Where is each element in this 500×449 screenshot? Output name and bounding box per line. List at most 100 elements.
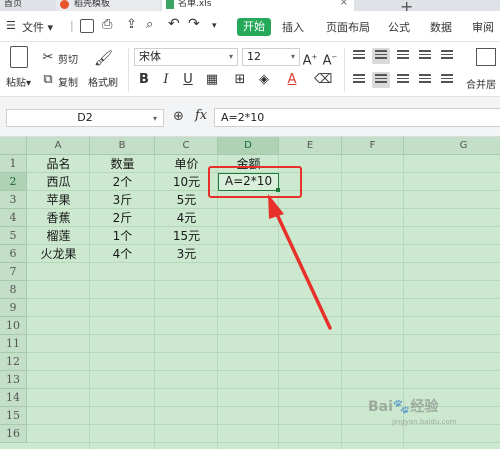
row-header-1[interactable]: 1 xyxy=(0,155,27,173)
hamburger-icon[interactable]: ☰ xyxy=(6,19,16,32)
fill-color-icon[interactable]: ◈ xyxy=(256,72,272,88)
bold-button[interactable]: B xyxy=(136,72,152,88)
row-header-5[interactable]: 5 xyxy=(0,227,27,245)
merge-center-button[interactable]: 合并居 xyxy=(466,76,496,91)
menu-bar: ☰ 文件 ▾ | ⎙ ⇪ ⌕ ↶ ↷ ▾ 开始 插入 页面布局 公式 数据 审阅 xyxy=(0,11,500,42)
cell-a5[interactable]: 榴莲 xyxy=(27,227,90,245)
row-header-4[interactable]: 4 xyxy=(0,209,27,227)
cell-style-icon[interactable]: ⊞ xyxy=(232,72,248,88)
row-header-11[interactable]: 11 xyxy=(0,335,27,353)
export-icon[interactable]: ⇪ xyxy=(126,17,137,32)
border-icon[interactable]: ▦ xyxy=(204,72,220,88)
cell-a3[interactable]: 苹果 xyxy=(27,191,90,209)
scissors-icon[interactable]: ✂ xyxy=(40,50,56,66)
format-painter-button[interactable]: 格式刷 xyxy=(88,74,118,89)
italic-button[interactable]: I xyxy=(158,72,174,88)
tab-page-layout[interactable]: 页面布局 xyxy=(326,19,370,35)
insert-function-button[interactable]: fx xyxy=(195,108,207,123)
font-name-select[interactable]: 宋体 ▾ xyxy=(134,48,238,66)
formula-bar: D2 ▾ ⊕ fx A=2*10 xyxy=(0,97,500,137)
align-top-icon[interactable] xyxy=(350,48,368,64)
paste-label: 粘贴 xyxy=(6,78,26,89)
align-bottom-icon[interactable] xyxy=(394,48,412,64)
cell-b6[interactable]: 4个 xyxy=(90,245,155,263)
justify-icon[interactable] xyxy=(416,72,434,88)
cell-b1[interactable]: 数量 xyxy=(90,155,155,173)
underline-button[interactable]: U xyxy=(180,72,196,88)
cell-b4[interactable]: 2斤 xyxy=(90,209,155,227)
cell-b2[interactable]: 2个 xyxy=(90,173,155,191)
select-all-corner[interactable] xyxy=(0,137,27,155)
merge-cells-icon[interactable] xyxy=(476,48,496,66)
column-header-d[interactable]: D xyxy=(218,137,279,155)
menu-file[interactable]: 文件 ▾ xyxy=(22,19,53,35)
tab-review[interactable]: 审阅 xyxy=(472,19,494,35)
copy-icon[interactable]: ⧉ xyxy=(40,72,56,88)
row-header-16[interactable]: 16 xyxy=(0,425,27,443)
paste-icon[interactable] xyxy=(10,46,28,68)
column-header-c[interactable]: C xyxy=(155,137,218,155)
row-header-6[interactable]: 6 xyxy=(0,245,27,263)
format-painter-icon[interactable]: 🖌 xyxy=(94,50,113,66)
row-header-12[interactable]: 12 xyxy=(0,353,27,371)
cell-c4[interactable]: 4元 xyxy=(155,209,218,227)
row-header-2[interactable]: 2 xyxy=(0,173,27,191)
spreadsheet-app: 首页 稻壳模板 名单.xls × + ☰ 文件 ▾ | ⎙ ⇪ ⌕ ↶ ↷ ▾ … xyxy=(0,0,500,449)
cell-a1[interactable]: 品名 xyxy=(27,155,90,173)
zoom-icon[interactable]: ⊕ xyxy=(173,109,184,124)
row-header-7[interactable]: 7 xyxy=(0,263,27,281)
row-header-3[interactable]: 3 xyxy=(0,191,27,209)
font-size-select[interactable]: 12 ▾ xyxy=(242,48,300,66)
column-header-g[interactable]: G xyxy=(404,137,500,155)
row-header-10[interactable]: 10 xyxy=(0,317,27,335)
cell-a4[interactable]: 香蕉 xyxy=(27,209,90,227)
print-preview-icon[interactable]: ⌕ xyxy=(146,17,153,32)
indent-increase-icon[interactable] xyxy=(438,48,456,64)
tab-start[interactable]: 开始 xyxy=(237,18,271,36)
cut-button[interactable]: 剪切 xyxy=(58,51,78,66)
name-box[interactable]: D2 ▾ xyxy=(6,109,164,127)
cell-a6[interactable]: 火龙果 xyxy=(27,245,90,263)
eraser-icon[interactable]: ⌫ xyxy=(314,72,332,88)
cell-b3[interactable]: 3斤 xyxy=(90,191,155,209)
cell-c6[interactable]: 3元 xyxy=(155,245,218,263)
row-header-8[interactable]: 8 xyxy=(0,281,27,299)
distributed-icon[interactable] xyxy=(438,72,456,88)
copy-button[interactable]: 复制 xyxy=(58,74,78,89)
align-center-icon[interactable] xyxy=(372,72,390,88)
tab-insert[interactable]: 插入 xyxy=(282,19,304,35)
row-header-14[interactable]: 14 xyxy=(0,389,27,407)
redo-icon[interactable]: ↷ xyxy=(188,16,200,32)
close-tab-icon[interactable]: × xyxy=(340,0,348,8)
cell-a2[interactable]: 西瓜 xyxy=(27,173,90,191)
paste-button[interactable]: 粘贴▾ xyxy=(6,74,31,89)
formula-input[interactable]: A=2*10 xyxy=(214,108,500,127)
tab-templates[interactable]: 稻壳模板 xyxy=(56,0,160,11)
column-header-a[interactable]: A xyxy=(27,137,90,155)
cell-c5[interactable]: 15元 xyxy=(155,227,218,245)
tab-home[interactable]: 首页 xyxy=(4,0,48,11)
column-header-b[interactable]: B xyxy=(90,137,155,155)
indent-decrease-icon[interactable] xyxy=(416,48,434,64)
tab-file[interactable]: 名单.xls × xyxy=(162,0,354,11)
watermark-url: jingyan.baidu.com xyxy=(392,418,457,426)
row-header-15[interactable]: 15 xyxy=(0,407,27,425)
decrease-font-size-icon[interactable]: A− xyxy=(322,49,338,69)
align-middle-icon[interactable] xyxy=(372,48,390,64)
align-left-icon[interactable] xyxy=(350,72,368,88)
row-header-13[interactable]: 13 xyxy=(0,371,27,389)
save-icon[interactable] xyxy=(80,19,94,33)
tab-formula[interactable]: 公式 xyxy=(388,19,410,35)
chevron-down-icon[interactable]: ▾ xyxy=(212,21,217,31)
gridline xyxy=(278,155,279,449)
column-header-f[interactable]: F xyxy=(342,137,404,155)
print-icon[interactable]: ⎙ xyxy=(102,17,112,32)
increase-font-size-icon[interactable]: A+ xyxy=(302,49,318,69)
tab-data[interactable]: 数据 xyxy=(430,19,452,35)
column-header-e[interactable]: E xyxy=(279,137,342,155)
row-header-9[interactable]: 9 xyxy=(0,299,27,317)
undo-icon[interactable]: ↶ xyxy=(168,16,180,32)
cell-b5[interactable]: 1个 xyxy=(90,227,155,245)
align-right-icon[interactable] xyxy=(394,72,412,88)
font-color-icon[interactable]: A xyxy=(284,72,300,88)
